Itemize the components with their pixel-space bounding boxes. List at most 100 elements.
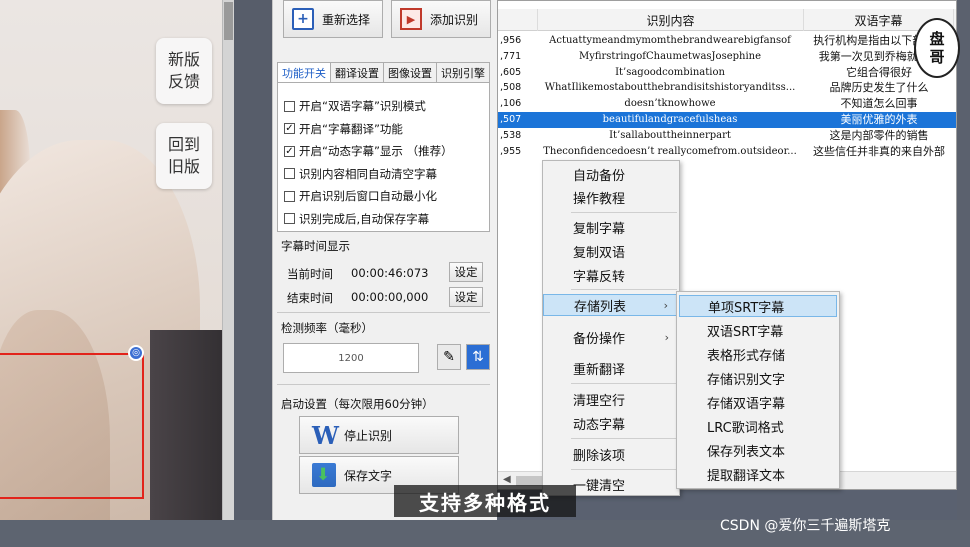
option-auto-save[interactable]: 识别完成后,自动保存字幕 (284, 208, 489, 231)
checkbox[interactable] (284, 100, 295, 112)
column-header-index[interactable] (498, 9, 538, 31)
table-row[interactable]: ,956 Actuattymeandmymomthebrandwearebigfa… (498, 33, 956, 49)
checkbox-checked[interactable]: ✓ (284, 123, 295, 135)
feedback-line-1: 新版 (167, 50, 200, 69)
option-subtitle-translation[interactable]: ✓ 开启“字幕翻译”功能 (284, 118, 489, 141)
badge-char-2: 哥 (929, 48, 945, 66)
menu-item-tutorial[interactable]: 操作教程 (543, 186, 679, 208)
vertical-scrollbar[interactable] (222, 0, 234, 547)
swap-icon[interactable]: ⇅ (466, 344, 490, 370)
row-content: WhatIlikemostaboutthebrandisitshistoryan… (544, 82, 796, 94)
submenu-item-extract-translation[interactable]: 提取翻译文本 (677, 463, 839, 485)
table-row[interactable]: ,771 MyfirstringofChaumetwasJosephine 我第一次… (498, 49, 956, 65)
edit-icon[interactable]: ✎ (437, 344, 461, 370)
tab-recognition-engine[interactable]: 识别引擎 (436, 62, 490, 82)
save-list-submenu: 单项SRT字幕 双语SRT字幕 表格形式存储 存储识别文字 存储双语字幕 LRC… (676, 291, 840, 489)
menu-item-reverse-subtitle[interactable]: 字幕反转 (543, 264, 679, 286)
row-content: It’sagoodcombination (615, 66, 725, 78)
tab-image-settings[interactable]: 图像设置 (383, 62, 437, 82)
option-bilingual-mode[interactable]: 开启“双语字幕”识别模式 (284, 95, 489, 118)
reselect-label: 重新选择 (322, 12, 371, 27)
menu-item-retranslate[interactable]: 重新翻译 (543, 357, 679, 379)
detect-frequency-group: 检测频率（毫秒） (281, 321, 373, 335)
menu-item-auto-backup[interactable]: 自动备份 (543, 163, 679, 185)
submenu-item-lrc-format[interactable]: LRC歌词格式 (677, 415, 839, 437)
table-row[interactable]: ,508 WhatIlikemostaboutthebrandisitshisto… (498, 80, 956, 96)
submenu-item-save-recognized-text[interactable]: 存储识别文字 (677, 367, 839, 389)
option-auto-minimize[interactable]: 开启识别后窗口自动最小化 (284, 185, 489, 208)
menu-item-dynamic-subtitle[interactable]: 动态字幕 (543, 412, 679, 434)
add-recognition-button[interactable]: ▶ 添加识别 (391, 0, 491, 38)
table-row[interactable]: ,605 It’sagoodcombination 它组合得很好 (498, 65, 956, 81)
detect-frequency-input[interactable]: 1200 (283, 343, 419, 373)
menu-item-copy-subtitle[interactable]: 复制字幕 (543, 216, 679, 238)
submenu-item-bilingual-srt[interactable]: 双语SRT字幕 (677, 319, 839, 341)
row-index: ,538 (500, 129, 522, 141)
row-index: ,605 (500, 66, 522, 78)
current-time-value: 00:00:46:073 (351, 266, 429, 280)
tab-translation-settings[interactable]: 翻译设置 (330, 62, 384, 82)
table-header: 识别内容 双语字幕 (498, 9, 956, 31)
table-row[interactable]: ,955 Theconfidencedoesn’t reallycomefrom.… (498, 144, 956, 160)
checkbox[interactable] (284, 190, 295, 202)
chevron-right-icon: › (663, 298, 668, 312)
feedback-button[interactable]: 新版 反馈 (156, 38, 212, 104)
scrollbar-thumb[interactable] (224, 2, 233, 40)
row-translation: 美丽优雅的外表 (840, 113, 918, 126)
checkbox[interactable] (284, 213, 295, 225)
option-label: 开启“双语字幕”识别模式 (299, 99, 426, 114)
save-list-label: 存储列表 (574, 299, 627, 315)
submenu-item-save-bilingual[interactable]: 存储双语字幕 (677, 391, 839, 413)
row-index: ,106 (500, 98, 522, 110)
row-content: Actuattymeandmymomthebrandwearebigfansof (549, 35, 791, 46)
old-version-button[interactable]: 回到 旧版 (156, 123, 212, 189)
table-row[interactable]: ,106 doesn’tknowhowe 不知道怎么回事 (498, 96, 956, 112)
submenu-item-single-srt[interactable]: 单项SRT字幕 (679, 295, 837, 317)
set-end-time-button[interactable]: 设定 (449, 287, 483, 307)
window-edge (957, 0, 970, 547)
divider (277, 384, 490, 385)
startup-settings-group: 启动设置（每次限用60分钟） (281, 397, 434, 411)
option-auto-clear[interactable]: 识别内容相同自动清空字幕 (284, 163, 489, 186)
stop-recognition-button[interactable]: W 停止识别 (299, 416, 459, 454)
context-menu: 自动备份 操作教程 复制字幕 复制双语 字幕反转 存储列表 › 备份操作 › 重新翻… (542, 160, 680, 496)
row-content: Theconfidencedoesn’t reallycomefrom.outs… (543, 145, 797, 157)
option-dynamic-subtitle[interactable]: ✓ 开启“动态字幕”显示 （推荐） (284, 140, 489, 163)
region-resize-handle[interactable]: ◎ (128, 345, 144, 361)
table-row[interactable]: ,538 It’sallabouttheinnerpart 这是内部零件的销售 (498, 128, 956, 144)
row-index: ,956 (500, 35, 522, 46)
recognition-region-box[interactable] (0, 353, 144, 499)
menu-item-copy-bilingual[interactable]: 复制双语 (543, 240, 679, 262)
options-list: 开启“双语字幕”识别模式 ✓ 开启“字幕翻译”功能 ✓ 开启“动态字幕”显示 （推荐… (277, 82, 490, 232)
menu-item-clean-empty-lines[interactable]: 清理空行 (543, 388, 679, 410)
row-index: ,955 (500, 145, 522, 157)
column-header-content[interactable]: 识别内容 (538, 9, 804, 31)
menu-separator (571, 383, 677, 384)
submenu-item-save-list-text[interactable]: 保存列表文本 (677, 439, 839, 461)
stop-recognition-label: 停止识别 (344, 428, 393, 443)
reselect-button[interactable]: + 重新选择 (283, 0, 383, 38)
checkbox-checked[interactable]: ✓ (284, 145, 295, 157)
tab-function-switch[interactable]: 功能开关 (277, 62, 331, 83)
old-version-line-2: 旧版 (167, 157, 200, 176)
submenu-item-table-format[interactable]: 表格形式存储 (677, 343, 839, 365)
subtitle-time-group: 字幕时间显示 (281, 239, 350, 253)
badge-char-1: 盘 (929, 30, 945, 48)
checkbox[interactable] (284, 168, 295, 180)
option-label: 开启“字幕翻译”功能 (299, 121, 403, 136)
settings-tabs: 功能开关 翻译设置 图像设置 识别引擎 (277, 62, 490, 83)
save-download-icon (312, 463, 336, 487)
csdn-watermark: CSDN @爱你三千遍斯塔克 (720, 518, 891, 534)
menu-item-save-list[interactable]: 存储列表 › (543, 294, 679, 316)
row-translation: 这是内部零件的销售 (829, 128, 929, 142)
scroll-left-arrow-icon[interactable]: ◀ (503, 474, 511, 485)
table-row[interactable]: ,507 beautifulandgracefulsheas 美丽优雅的外表 (498, 112, 956, 128)
set-current-time-button[interactable]: 设定 (449, 262, 483, 282)
menu-item-delete-item[interactable]: 删除该项 (543, 443, 679, 465)
control-panel: + 重新选择 ▶ 添加识别 功能开关 翻译设置 图像设置 识别引擎 开启“双语字… (272, 0, 497, 520)
row-content: beautifulandgracefulsheas (602, 114, 738, 125)
menu-separator (571, 289, 677, 290)
menu-item-backup-ops[interactable]: 备份操作 › (543, 326, 679, 348)
word-w-icon: W (312, 420, 339, 450)
play-icon: ▶ (400, 8, 422, 30)
